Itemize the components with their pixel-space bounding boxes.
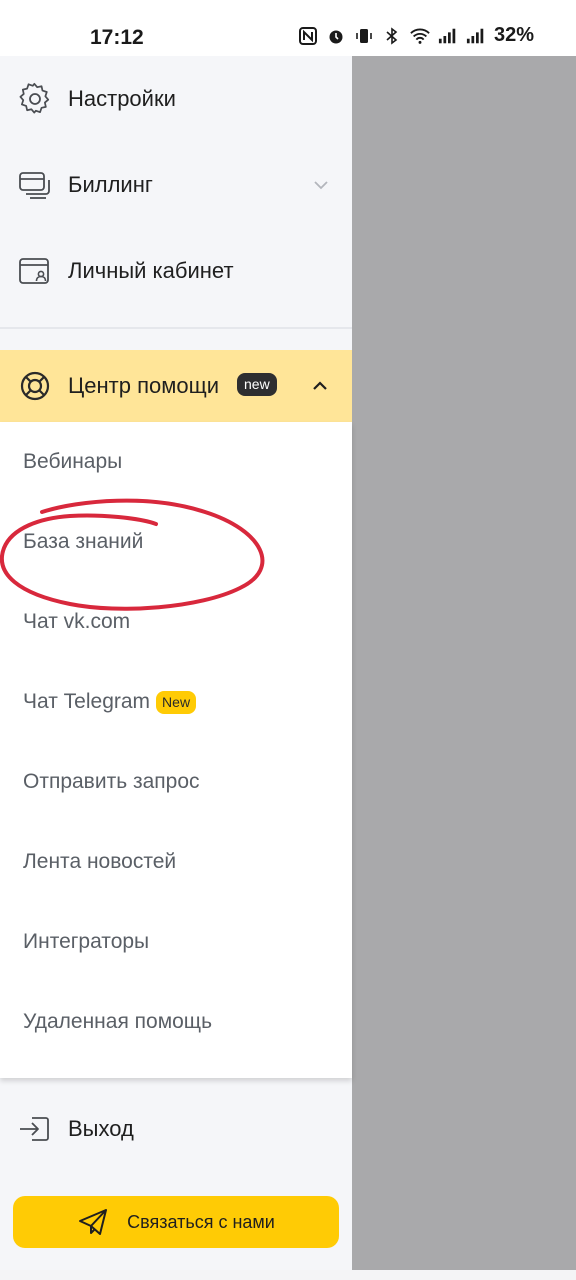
paper-plane-icon [79,1209,108,1235]
chevron-down-icon[interactable] [312,176,330,194]
divider [0,327,352,329]
submenu-item-label: Чат vk.com [23,610,131,633]
menu-item-label: Выход [68,1116,134,1141]
submenu-item-news-feed[interactable]: Лента новостей [23,842,176,882]
submenu-item-webinars[interactable]: Вебинары [23,442,122,482]
account-icon [19,258,49,284]
submenu-item-send-request[interactable]: Отправить запрос [23,762,200,802]
vibrate-icon [354,26,374,46]
status-icons: 32% [298,24,534,47]
submenu-item-label: Лента новостей [23,850,177,873]
submenu-item-label: Чат Telegram [23,690,151,713]
status-time: 17:12 [90,26,144,49]
menu-item-label: Личный кабинет [68,258,234,283]
menu-item-logout[interactable]: Выход [0,1094,352,1164]
gear-icon [19,82,50,114]
signal-icon [438,26,458,46]
menu-item-billing[interactable]: Биллинг [0,142,352,228]
status-bar: 17:12 32% [0,0,576,56]
submenu-item-label: Интеграторы [23,930,150,953]
contact-us-button[interactable]: Связаться с нами [13,1196,339,1248]
contact-us-label: Связаться с нами [127,1211,275,1232]
submenu-item-remote-help[interactable]: Удаленная помощь [23,1002,212,1042]
submenu-item-label: Удаленная помощь [23,1010,213,1033]
submenu-item-label: Вебинары [23,450,123,473]
chevron-up-icon[interactable] [310,376,330,396]
cards-icon [19,172,50,199]
menu-item-settings[interactable]: Настройки [0,56,352,142]
menu-item-account[interactable]: Личный кабинет [0,228,352,314]
navigation-drawer: Настройки Биллинг Личный кабинет Центр п… [0,56,352,1270]
menu-item-label: Биллинг [68,172,153,197]
battery-percent: 32% [493,24,534,46]
submenu-item-knowledge-base[interactable]: База знаний [23,522,143,562]
submenu-item-chat-vk[interactable]: Чат vk.com [23,602,130,642]
submenu-item-integrators[interactable]: Интеграторы [23,922,149,962]
menu-item-label: Центр помощи [68,373,219,398]
submenu-item-label: Отправить запрос [23,770,200,793]
logout-icon [20,1117,49,1141]
submenu-item-chat-telegram[interactable]: Чат Telegram New [23,682,197,722]
alarm-icon [326,26,346,46]
lifebuoy-icon [20,371,50,401]
wifi-icon [410,26,430,46]
drawer-overlay[interactable] [352,56,576,1280]
bluetooth-icon [382,26,402,46]
menu-item-help-center[interactable]: Центр помощи new [0,350,352,422]
nfc-icon [298,26,318,46]
signal-icon [466,26,486,46]
help-center-submenu: Вебинары База знаний Чат vk.com Чат Tele… [0,422,352,1078]
new-badge: New [156,690,197,714]
bottom-strip [0,1270,576,1280]
submenu-item-label: База знаний [23,530,144,553]
new-badge: new [237,373,277,396]
menu-item-label: Настройки [68,86,176,111]
